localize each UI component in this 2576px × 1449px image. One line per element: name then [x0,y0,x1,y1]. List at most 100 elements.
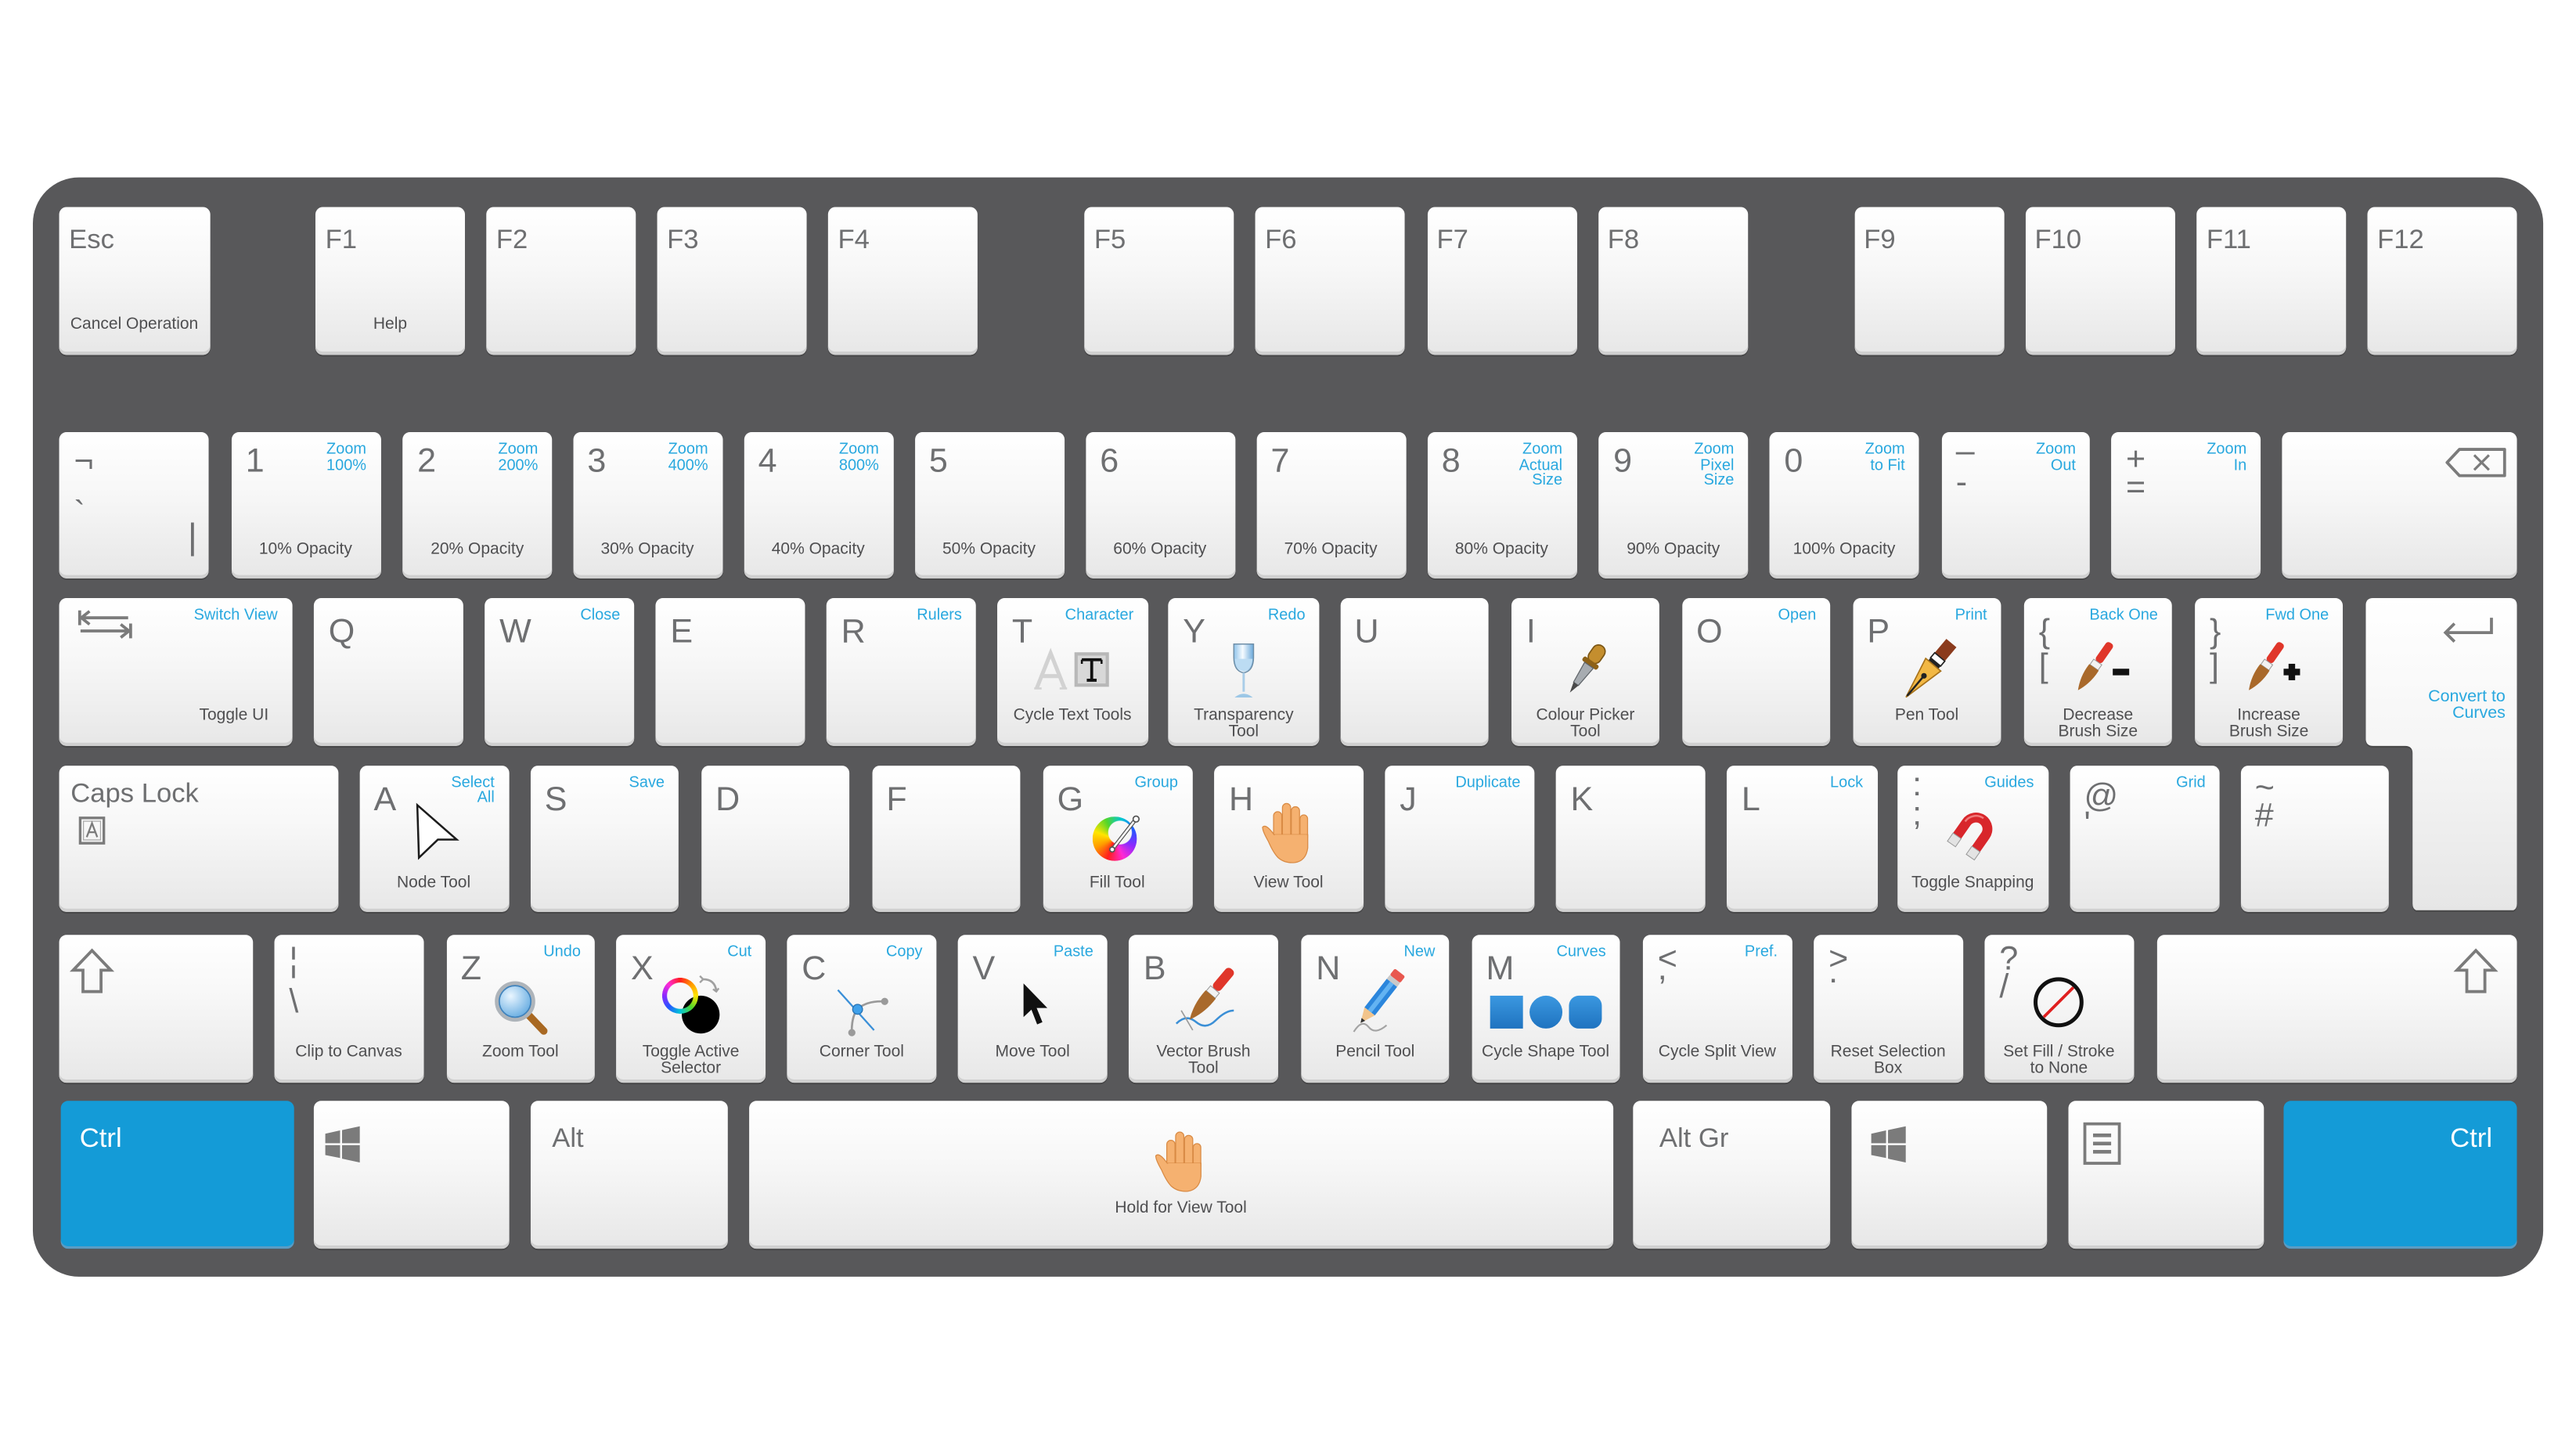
key-left-shift[interactable] [59,934,253,1083]
key-legend: F [886,780,907,818]
key-right-shift[interactable] [2156,934,2517,1083]
key-left-ctrl[interactable]: Ctrl [59,1101,294,1249]
action-label: Cycle Shape Tool [1482,1043,1610,1062]
key-legend: Esc [69,224,114,254]
key-f6[interactable]: F6 [1255,206,1405,355]
key-right-bracket[interactable]: }] Fwd One Increase Brush Size [2195,597,2344,745]
key-f[interactable]: F [871,765,1021,912]
key-x[interactable]: X Cut Toggle Active Selector [616,934,766,1083]
key-f7[interactable]: F7 [1426,206,1576,355]
keyboard-keys: Esc Cancel Operation F1 Help F2 F3 F4 F5 F6 F7 F8 F… [0,0,2576,1449]
key-apostrophe[interactable]: @ ' Grid [2069,765,2220,912]
key-f12[interactable]: F12 [2367,206,2517,355]
key-f3[interactable]: F3 [657,206,807,355]
key-u[interactable]: U [1339,597,1489,745]
key-l[interactable]: L Lock [1726,765,1877,912]
key-f4[interactable]: F4 [827,206,978,355]
key-j[interactable]: J Duplicate [1385,765,1535,912]
key-s[interactable]: S Save [529,765,679,912]
key-caps-lock[interactable]: Caps Lock [59,765,339,912]
key-tab[interactable]: Switch View Toggle UI [59,597,292,745]
key-f8[interactable]: F8 [1598,206,1748,355]
action-label: Colour Picker Tool [1536,706,1635,741]
key-f1[interactable]: F1 Help [315,206,465,355]
key-t[interactable]: T Character Cycle Text Tools [997,597,1148,745]
key-1[interactable]: 1 Zoom 100% 10% Opacity [230,432,380,579]
key-8[interactable]: 8 Zoom Actual Size 80% Opacity [1426,432,1576,579]
key-c[interactable]: C Copy Corner Tool [787,934,937,1083]
shortcut-label: Character [1065,605,1134,624]
key-f10[interactable]: F10 [2024,206,2174,355]
key-h[interactable]: H View Tool [1214,765,1364,912]
key-p[interactable]: P Print Pen Tool [1852,597,2001,745]
key-0[interactable]: 0 Zoom to Fit 100% Opacity [1769,432,1919,579]
action-label: Cancel Operation [70,315,199,333]
node-arrow-icon [414,802,460,860]
key-left-bracket[interactable]: {[Back One Decrease Brush Size [2023,597,2172,745]
key-7[interactable]: 7 70% Opacity [1256,432,1406,579]
shortcut-label: Duplicate [1455,773,1521,791]
wine-glass-icon [1229,642,1259,697]
action-label: Fill Tool [1089,874,1145,892]
key-legend: P [1867,612,1890,651]
key-o[interactable]: O Open [1681,597,1831,745]
key-b[interactable]: B Vector Brush Tool [1128,934,1278,1083]
key-k[interactable]: K [1555,765,1706,912]
key-f11[interactable]: F11 [2196,206,2347,355]
key-6[interactable]: 6 60% Opacity [1085,432,1235,579]
key-f5[interactable]: F5 [1084,206,1234,355]
key-slash[interactable]: ? / Set Fill / Stroke to None [1984,934,2134,1083]
key-legend: 4 [758,442,777,480]
key-legend: E [670,612,694,651]
key-3[interactable]: 3 Zoom 400% 30% Opacity [572,432,722,579]
key-i[interactable]: I Colour Picker Tool [1511,597,1659,745]
action-label: Increase Brush Size [2228,706,2309,741]
key-right-windows[interactable] [1851,1101,2047,1249]
key-left-alt[interactable]: Alt [530,1101,728,1249]
key-period[interactable]: >. Reset Selection Box [1814,934,1963,1083]
key-g[interactable]: G Group Fill Tool [1042,765,1192,912]
key-2[interactable]: 2 Zoom 200% 20% Opacity [402,432,553,579]
key-backtick[interactable]: ¬ ` | [59,432,209,579]
key-n[interactable]: N New Pencil Tool [1301,934,1450,1083]
key-f2[interactable]: F2 [486,206,636,355]
pen-nib-icon [1897,638,1957,699]
key-semicolon[interactable]: :; Guides Toggle Snapping [1897,765,2048,912]
key-hash[interactable]: ~ # [2239,765,2389,912]
shortcut-label: Zoom to Fit [1864,440,1905,474]
key-f9[interactable]: F9 [1854,206,2004,355]
shortcut-label: Lock [1830,773,1864,791]
key-left-windows[interactable] [313,1101,510,1249]
key-y[interactable]: Y Redo Transparency Tool [1168,597,1320,745]
key-menu[interactable] [2067,1101,2264,1249]
key-a[interactable]: A Select All Node Tool [358,765,509,912]
key-9[interactable]: 9 Zoom Pixel Size 90% Opacity [1598,432,1749,579]
key-5[interactable]: 5 50% Opacity [914,432,1065,579]
key-z[interactable]: Z Undo Zoom Tool [445,934,595,1083]
key-v[interactable]: V Paste Move Tool [957,934,1108,1083]
key-backspace[interactable] [2282,432,2517,579]
key-comma[interactable]: <, Pref. Cycle Split View [1642,934,1792,1083]
magnifier-icon [492,979,548,1035]
key-e[interactable]: E [655,597,805,745]
key-r[interactable]: R Rulers [826,597,976,745]
key-legend-secondary: . [1828,952,1839,990]
key-legend: } [2210,612,2221,651]
key-right-ctrl[interactable]: Ctrl [2283,1101,2517,1249]
key-q[interactable]: Q [313,597,463,745]
key-minus[interactable]: – - Zoom Out [1940,432,2090,579]
key-space[interactable]: Hold for View Tool [748,1101,1614,1249]
key-legend-secondary: ` [74,494,85,533]
action-label: Pencil Tool [1335,1043,1415,1062]
key-esc[interactable]: Esc Cancel Operation [59,206,210,355]
key-4[interactable]: 4 Zoom 800% 40% Opacity [743,432,893,579]
key-equals[interactable]: + = Zoom In [2111,432,2261,579]
key-d[interactable]: D [701,765,850,912]
key-alt-gr[interactable]: Alt Gr [1633,1101,1830,1249]
tab-icon [77,609,133,639]
key-legend-secondary: = [2125,468,2146,506]
key-m[interactable]: M Curves Cycle Shape Tool [1471,934,1620,1083]
key-w[interactable]: W Close [485,597,635,745]
shortcut-label: Rulers [917,605,962,624]
key-backslash[interactable]: ¦ \ Clip to Canvas [274,934,423,1083]
